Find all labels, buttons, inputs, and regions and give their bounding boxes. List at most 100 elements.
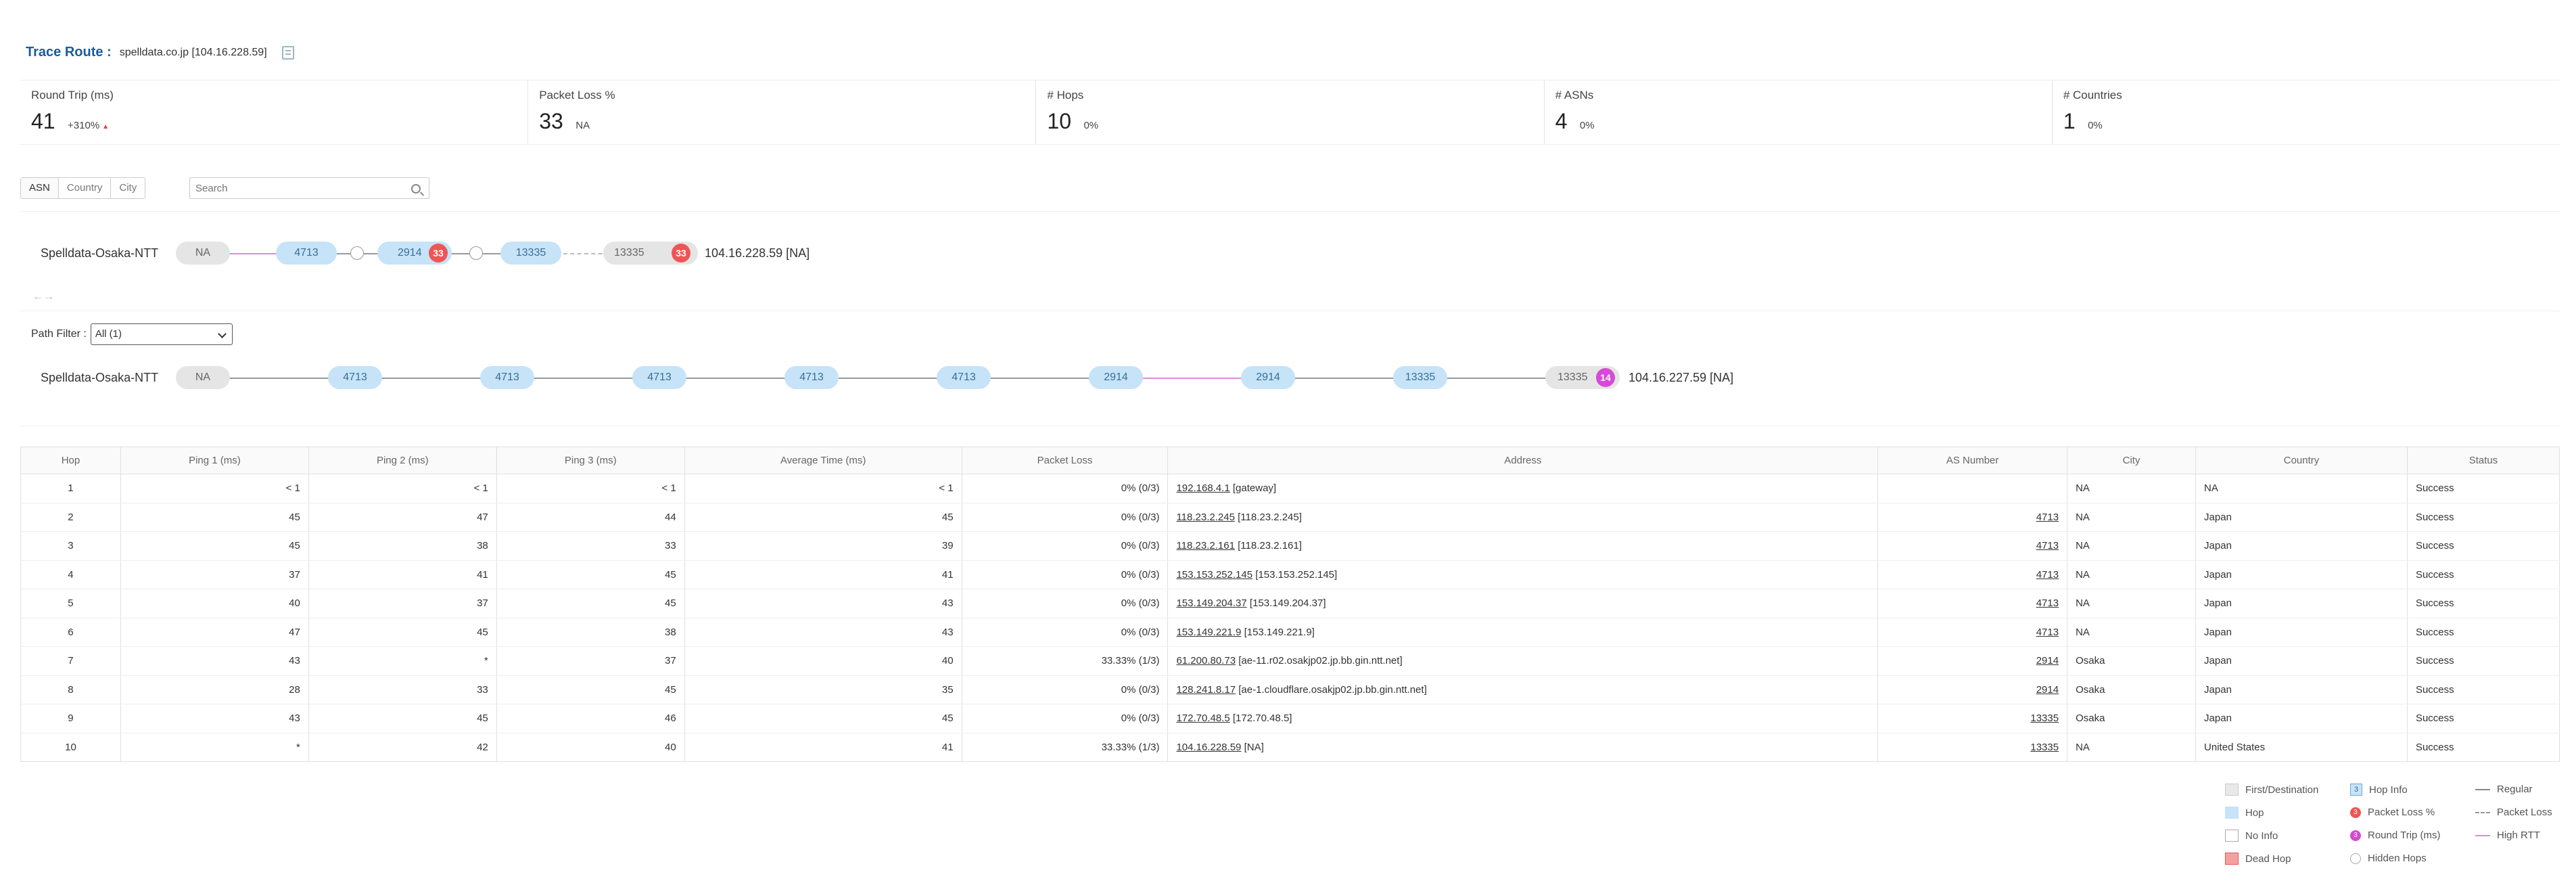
metric-value: 1 bbox=[2063, 109, 2076, 133]
ip-link[interactable]: 104.16.228.59 bbox=[1176, 742, 1241, 753]
col-status[interactable]: Status bbox=[2406, 447, 2560, 474]
hidden-hop-icon[interactable] bbox=[350, 246, 364, 260]
ip-link[interactable]: 172.70.48.5 bbox=[1176, 712, 1230, 724]
search-input[interactable] bbox=[190, 178, 429, 198]
cell-status: Success bbox=[2406, 675, 2560, 704]
legend-label: No Info bbox=[2245, 830, 2278, 842]
expand-arrows-icon[interactable]: ←→ bbox=[32, 291, 54, 303]
copy-icon[interactable] bbox=[281, 45, 294, 60]
table-row: 9 43 45 46 45 0% (0/3) 172.70.48.5 [172.… bbox=[20, 704, 2560, 733]
path-node-hop[interactable]: 4713 bbox=[937, 366, 991, 389]
asn-link[interactable]: 4713 bbox=[2036, 569, 2059, 581]
path-node-hop[interactable]: 13335 bbox=[1393, 366, 1447, 389]
cell-average: 43 bbox=[684, 589, 962, 618]
ip-link[interactable]: 153.153.252.145 bbox=[1176, 569, 1252, 581]
target-host: spelldata.co.jp [104.16.228.59] bbox=[119, 46, 267, 58]
table-header-row: Hop Ping 1 (ms) Ping 2 (ms) Ping 3 (ms) … bbox=[20, 447, 2560, 474]
path-node-first[interactable]: NA bbox=[176, 242, 230, 265]
asn-link[interactable]: 2914 bbox=[2036, 684, 2059, 696]
cell-packet-loss: 0% (0/3) bbox=[961, 589, 1169, 618]
cell-ping1: 47 bbox=[120, 618, 309, 647]
hostname: [NA] bbox=[1244, 741, 1264, 753]
cell-as-number: 4713 bbox=[1877, 531, 2068, 561]
ip-link[interactable]: 153.149.221.9 bbox=[1176, 627, 1241, 638]
cell-country: NA bbox=[2195, 474, 2408, 503]
cell-packet-loss: 33.33% (1/3) bbox=[961, 646, 1169, 676]
cell-as-number: 4713 bbox=[1877, 503, 2068, 532]
cell-city: NA bbox=[2067, 733, 2197, 762]
cell-country: Japan bbox=[2195, 560, 2408, 589]
path-filter-label: Path Filter : bbox=[31, 328, 87, 340]
metric-title: # Hops bbox=[1047, 89, 1084, 101]
col-packet-loss[interactable]: Packet Loss bbox=[961, 447, 1169, 474]
ip-link[interactable]: 153.149.204.37 bbox=[1176, 597, 1246, 609]
cell-average: 43 bbox=[684, 618, 962, 647]
cell-city: NA bbox=[2067, 474, 2197, 503]
cell-ping1: 43 bbox=[120, 646, 309, 676]
ip-link[interactable]: 192.168.4.1 bbox=[1176, 482, 1230, 494]
path-node-hop[interactable]: 4713 bbox=[784, 366, 839, 389]
cell-hop: 10 bbox=[20, 733, 121, 762]
cell-ping1: 45 bbox=[120, 531, 309, 561]
toggle-country[interactable]: Country bbox=[59, 178, 112, 198]
cell-packet-loss: 33.33% (1/3) bbox=[961, 733, 1169, 762]
asn-link[interactable]: 4713 bbox=[2036, 627, 2059, 638]
col-ping2[interactable]: Ping 2 (ms) bbox=[308, 447, 497, 474]
cell-city: NA bbox=[2067, 589, 2197, 618]
asn-link[interactable]: 4713 bbox=[2036, 540, 2059, 551]
col-country[interactable]: Country bbox=[2195, 447, 2408, 474]
path-node-hop[interactable]: 4713 bbox=[276, 242, 337, 265]
path-node-hop[interactable]: 4713 bbox=[632, 366, 686, 389]
asn-link[interactable]: 2914 bbox=[2036, 655, 2059, 666]
path-node-hop[interactable]: 2914 bbox=[1089, 366, 1143, 389]
cell-city: NA bbox=[2067, 531, 2197, 561]
ip-link[interactable]: 118.23.2.245 bbox=[1176, 512, 1234, 523]
search-icon[interactable] bbox=[411, 184, 421, 194]
col-city[interactable]: City bbox=[2067, 447, 2197, 474]
path-node-first[interactable]: NA bbox=[176, 366, 230, 389]
path-node-hop[interactable]: 4713 bbox=[328, 366, 382, 389]
path-node-hop[interactable]: 13335 bbox=[500, 242, 561, 265]
col-ping3[interactable]: Ping 3 (ms) bbox=[496, 447, 685, 474]
hostname: [ae-11.r02.osakjp02.jp.bb.gin.ntt.net] bbox=[1238, 655, 1403, 667]
cell-status: Success bbox=[2406, 560, 2560, 589]
cell-country: Japan bbox=[2195, 531, 2408, 561]
col-average[interactable]: Average Time (ms) bbox=[684, 447, 962, 474]
hops-table: Hop Ping 1 (ms) Ping 2 (ms) Ping 3 (ms) … bbox=[20, 447, 2560, 762]
cell-packet-loss: 0% (0/3) bbox=[961, 531, 1169, 561]
legend-label: Dead Hop bbox=[2245, 853, 2291, 865]
cell-city: NA bbox=[2067, 503, 2197, 532]
ip-link[interactable]: 61.200.80.73 bbox=[1176, 655, 1236, 666]
table-row: 7 43 * 37 40 33.33% (1/3) 61.200.80.73 [… bbox=[20, 646, 2560, 676]
legend-label: Packet Loss % bbox=[2368, 807, 2435, 818]
ip-link[interactable]: 128.241.8.17 bbox=[1176, 684, 1236, 696]
cell-address: 61.200.80.73 [ae-11.r02.osakjp02.jp.bb.g… bbox=[1167, 646, 1879, 676]
col-hop[interactable]: Hop bbox=[20, 447, 121, 474]
col-ping1[interactable]: Ping 1 (ms) bbox=[120, 447, 309, 474]
path-node-hop[interactable]: 2914 bbox=[1241, 366, 1295, 389]
asn-link[interactable]: 13335 bbox=[2030, 712, 2059, 724]
toggle-city[interactable]: City bbox=[111, 178, 145, 198]
asn-link[interactable]: 4713 bbox=[2036, 597, 2059, 609]
trace-route-label: Trace Route : bbox=[26, 45, 112, 60]
cell-address: 118.23.2.161 [118.23.2.161] bbox=[1167, 531, 1879, 561]
metric-title: # ASNs bbox=[1555, 89, 1594, 101]
asn-link[interactable]: 4713 bbox=[2036, 512, 2059, 523]
toggle-asn[interactable]: ASN bbox=[21, 178, 59, 198]
trace-route-header: Trace Route : spelldata.co.jp [104.16.22… bbox=[26, 45, 294, 60]
col-address[interactable]: Address bbox=[1167, 447, 1879, 474]
asn-link[interactable]: 13335 bbox=[2030, 742, 2059, 753]
path-node-hop[interactable]: 4713 bbox=[480, 366, 534, 389]
path-filter-select[interactable]: All (1) bbox=[90, 323, 233, 345]
cell-ping3: < 1 bbox=[496, 474, 685, 503]
legend-no-info: No Info bbox=[2225, 830, 2278, 842]
ip-link[interactable]: 118.23.2.161 bbox=[1176, 540, 1234, 551]
legend-regular: Regular bbox=[2475, 784, 2533, 795]
cell-ping1: 40 bbox=[120, 589, 309, 618]
cell-average: 39 bbox=[684, 531, 962, 561]
col-as-number[interactable]: AS Number bbox=[1877, 447, 2068, 474]
cell-ping2: < 1 bbox=[308, 474, 497, 503]
legend-label: Round Trip (ms) bbox=[2368, 830, 2441, 841]
table-row: 6 47 45 38 43 0% (0/3) 153.149.221.9 [15… bbox=[20, 618, 2560, 647]
hidden-hop-icon[interactable] bbox=[469, 246, 483, 260]
